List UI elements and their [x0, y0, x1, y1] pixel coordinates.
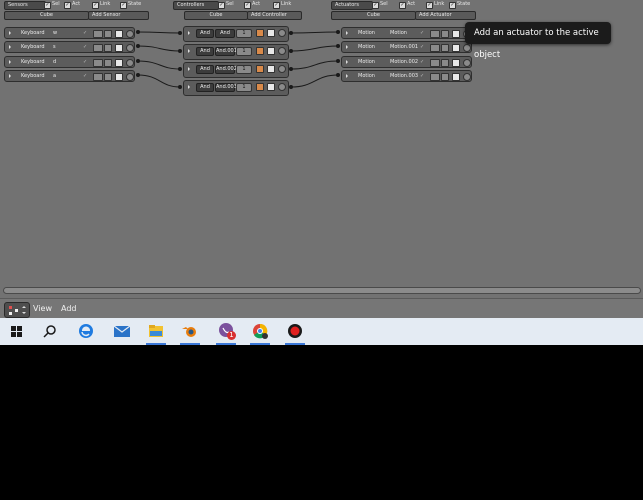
edge-browser-icon[interactable]: [72, 318, 100, 345]
viber-active-indicator: [216, 343, 236, 345]
mail-icon[interactable]: [108, 318, 136, 345]
viber-badge: 1: [227, 331, 236, 340]
chrome-icon[interactable]: [246, 318, 274, 345]
file-explorer-icon[interactable]: [142, 318, 170, 345]
viber-icon[interactable]: 1: [212, 318, 240, 345]
logic-editor-icon: [9, 306, 26, 315]
horizontal-scrollbar[interactable]: [3, 287, 641, 294]
editor-type-selector[interactable]: [4, 302, 30, 318]
blender-active-indicator: [180, 343, 200, 345]
chrome-active-indicator: [250, 343, 270, 345]
record-active-indicator: [285, 343, 305, 345]
search-icon[interactable]: [36, 318, 64, 345]
windows-start-icon[interactable]: [2, 318, 30, 345]
editor-footer: View Add: [0, 298, 643, 319]
add-menu[interactable]: Add: [61, 299, 77, 319]
file-explorer-active-indicator: [146, 343, 166, 345]
record-icon[interactable]: [281, 318, 309, 345]
tooltip: Add an actuator to the active object: [465, 22, 611, 60]
view-menu[interactable]: View: [33, 299, 52, 319]
logic-links: [136, 30, 340, 89]
blender-icon[interactable]: [176, 318, 204, 345]
logic-editor: Sensors ✓ Sel ✓ Act ✓ Link ✓ State Cube …: [0, 0, 643, 298]
windows-taskbar: 1: [0, 318, 643, 345]
